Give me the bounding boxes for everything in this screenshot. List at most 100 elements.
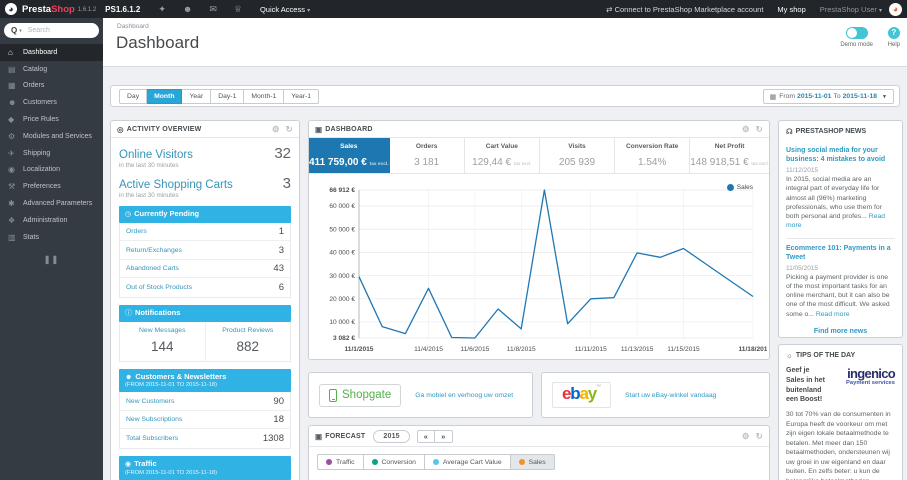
trophy-icon[interactable]: ♕ (234, 4, 242, 15)
read-more-link[interactable]: Read more (816, 311, 850, 318)
pending-row-abandoned-carts[interactable]: Abandoned Carts 43 (120, 260, 290, 279)
active-carts-link[interactable]: Active Shopping Carts (119, 179, 233, 191)
tab-day[interactable]: Day (119, 89, 148, 104)
user-menu[interactable]: PrestaShop User ▾ (820, 5, 882, 14)
news-article-title[interactable]: Using social media for your business: 4 … (786, 146, 895, 164)
sidebar-search[interactable]: Q ▾ Search (4, 23, 99, 38)
marketplace-link[interactable]: ⇄ Connect to PrestaShop Marketplace acco… (606, 5, 763, 14)
sales-line-chart[interactable]: 66 912 € 60 000 € 50 000 € 40 000 € 30 000 €… (311, 176, 767, 356)
active-carts-row: Active Shopping Carts 3 (119, 175, 291, 192)
refresh-icon[interactable]: ↻ (756, 124, 763, 135)
news-article-title[interactable]: Ecommerce 101: Payments in a Tweet (786, 244, 895, 262)
sidebar-item-catalog[interactable]: ▤ Catalog (0, 61, 103, 78)
gear-icon[interactable]: ⚙ (742, 124, 750, 135)
kpi-strip: Sales 411 759,00 € tax excl. Orders 3 18… (309, 138, 769, 174)
kpi-visits[interactable]: Visits 205 939 (540, 138, 616, 173)
customers-icon: ☻ (8, 98, 17, 108)
sidebar-item-price-rules[interactable]: ◆ Price Rules (0, 111, 103, 128)
dashboard-icon: ⌂ (8, 47, 13, 57)
new-customers-row[interactable]: New Customers 90 (120, 392, 290, 411)
legend-conversion-button[interactable]: Conversion (363, 454, 425, 470)
from-date: 2015-11-01 (797, 93, 832, 100)
forecast-year-selector[interactable]: 2015 (373, 429, 410, 443)
legend-average-cart-value-button[interactable]: Average Cart Value (424, 454, 511, 470)
tab-month-1[interactable]: Month-1 (244, 89, 285, 104)
shopgate-ad-link[interactable]: Ga mobiel en verhoog uw omzet (415, 392, 513, 399)
shopgate-logo[interactable]: Shopgate (319, 383, 402, 407)
ingenico-logo[interactable]: ingenico Payment services (833, 367, 896, 387)
svg-text:40 000 €: 40 000 € (329, 250, 355, 257)
total-subscribers-row[interactable]: Total Subscribers 1308 (120, 429, 290, 448)
row-value: 18 (273, 414, 284, 426)
sidebar-item-orders[interactable]: ▦ Orders (0, 78, 103, 95)
new-messages-cell[interactable]: New Messages 144 (120, 322, 205, 361)
messages-icon[interactable]: ✉ (209, 4, 217, 15)
help-icon[interactable]: ? (887, 27, 900, 39)
ebay-logo[interactable]: ebay™ (552, 382, 611, 408)
cart-icon[interactable]: ✦ (158, 4, 166, 15)
sidebar-item-preferences[interactable]: ⚒ Preferences (0, 178, 103, 195)
pending-row-out-of-stock[interactable]: Out of Stock Products 6 (120, 278, 290, 297)
avatar[interactable]: ◕ (889, 2, 902, 16)
kpi-cart-value[interactable]: Cart Value 129,44 € tax excl. (465, 138, 540, 173)
caret-down-icon[interactable]: ▾ (19, 28, 22, 34)
refresh-icon[interactable]: ↻ (756, 431, 763, 442)
customers-icon[interactable]: ☻ (183, 4, 192, 15)
sidebar-collapse-button[interactable]: ❚❚ (0, 255, 103, 264)
dashboard-panel-title: DASHBOARD (325, 125, 373, 133)
demo-mode-toggle[interactable] (845, 27, 868, 39)
online-visitors-link[interactable]: Online Visitors (119, 149, 193, 161)
pending-row-orders[interactable]: Orders 1 (120, 223, 290, 242)
breadcrumb[interactable]: Dashboard (117, 23, 149, 30)
new-subscriptions-row[interactable]: New Subscriptions 18 (120, 411, 290, 430)
my-shop-link[interactable]: My shop (777, 5, 805, 14)
tab-month[interactable]: Month (147, 89, 183, 104)
sidebar-item-advanced-parameters[interactable]: ✱ Advanced Parameters (0, 195, 103, 212)
forecast-legend-row: Traffic Conversion Average Cart Value Sa… (309, 447, 769, 477)
tab-year[interactable]: Year (182, 89, 212, 104)
quick-access-menu[interactable]: Quick Access ▾ (260, 5, 310, 14)
sidebar-item-stats[interactable]: ▥ Stats (0, 229, 103, 246)
topbar-icons: ✦ ☻ ✉ ♕ (158, 4, 242, 15)
find-more-news-link[interactable]: Find more news (786, 328, 895, 335)
section-title: Customers & Newsletters (135, 371, 227, 381)
product-reviews-cell[interactable]: Product Reviews 882 (204, 321, 291, 361)
chart-legend[interactable]: Sales (726, 184, 753, 191)
sidebar-item-localization[interactable]: ◉ Localization (0, 162, 103, 179)
forecast-nav: « » (416, 429, 453, 443)
kpi-orders[interactable]: Orders 3 181 (390, 138, 465, 173)
sidebar-item-shipping[interactable]: ✈ Shipping (0, 145, 103, 162)
previous-year-button[interactable]: « (416, 429, 436, 443)
prestashop-news-panel: ☊ PRESTASHOP NEWS Using social media for… (778, 120, 903, 338)
next-year-button[interactable]: » (435, 429, 453, 443)
sidebar-item-modules[interactable]: ⚙ Modules and Services (0, 128, 103, 145)
legend-sales-button[interactable]: Sales (510, 454, 555, 470)
prestashop-admin: ◕ PrestaShop 1.6.1.2 PS1.6.1.2 ✦ ☻ ✉ ♕ Q… (0, 0, 907, 480)
online-visitors-value: 32 (274, 145, 291, 162)
gear-icon[interactable]: ⚙ (272, 124, 280, 135)
brand: PrestaShop (22, 4, 75, 15)
help-label: Help (887, 42, 900, 48)
legend-traffic-button[interactable]: Traffic (317, 454, 364, 470)
price-rules-icon: ◆ (8, 115, 15, 125)
kpi-conversion-rate[interactable]: Conversion Rate 1.54% (615, 138, 691, 173)
tab-day-1[interactable]: Day-1 (211, 89, 245, 104)
tab-year-1[interactable]: Year-1 (284, 89, 320, 104)
ingenico-logo-sub: Payment services (846, 380, 895, 386)
row-value: 3 (278, 244, 284, 256)
search-icon[interactable]: Q (11, 26, 17, 35)
kpi-net-profit[interactable]: Net Profit 148 918,51 € tax excl. (690, 138, 769, 173)
forecast-panel-icon: ▣ (315, 431, 323, 441)
gear-icon[interactable]: ⚙ (742, 431, 750, 442)
forecast-panel-header: ▣ FORECAST 2015 « » ⚙ ↻ (309, 426, 769, 447)
refresh-icon[interactable]: ↻ (286, 124, 293, 135)
pending-row-returns[interactable]: Return/Exchanges 3 (120, 241, 290, 260)
sidebar-item-administration[interactable]: ❖ Administration (0, 212, 103, 229)
notifications-section: ⓘ Notifications New Messages 144 Product … (119, 304, 291, 362)
kpi-value: 205 939 (540, 157, 614, 168)
kpi-sales[interactable]: Sales 411 759,00 € tax excl. (309, 138, 390, 173)
sidebar-item-dashboard[interactable]: ⌂ Dashboard (0, 44, 103, 61)
date-range-picker[interactable]: ▦ From 2015-11-01 To 2015-11-18 ▼ (762, 89, 894, 104)
sidebar-item-customers[interactable]: ☻ Customers (0, 94, 103, 111)
ebay-ad-link[interactable]: Start uw eBay-winkel vandaag (625, 392, 716, 399)
